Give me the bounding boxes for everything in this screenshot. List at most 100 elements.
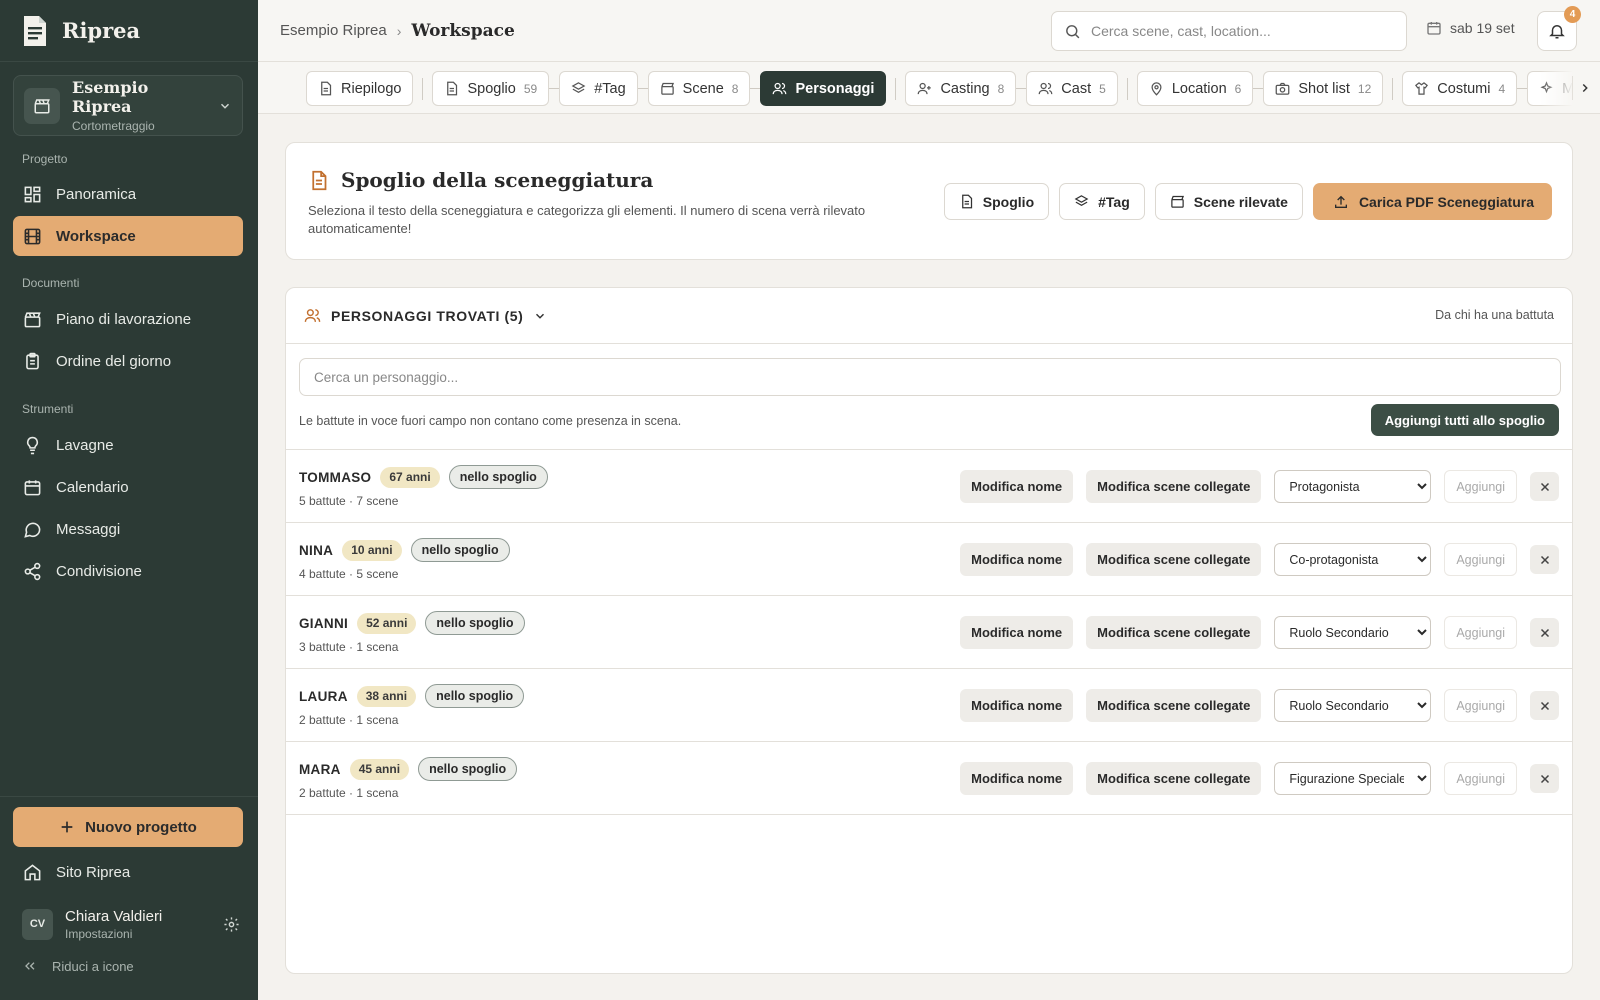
- sidebar-item-condivisione[interactable]: Condivisione: [13, 551, 243, 591]
- clapper-icon: [660, 81, 675, 96]
- characters-header[interactable]: PERSONAGGI TROVATI (5) Da chi ha una bat…: [286, 288, 1572, 344]
- role-select[interactable]: ProtagonistaCo-protagonistaRuolo Seconda…: [1274, 470, 1432, 503]
- new-project-button[interactable]: Nuovo progetto: [13, 807, 243, 847]
- tab-label: Cast: [1061, 80, 1092, 97]
- global-search[interactable]: [1051, 11, 1407, 51]
- role-select[interactable]: ProtagonistaCo-protagonistaRuolo Seconda…: [1274, 762, 1432, 795]
- edit-scenes-button[interactable]: Modifica scene collegate: [1086, 616, 1262, 649]
- tab-personaggi[interactable]: Personaggi: [760, 71, 887, 106]
- tab-spoglio[interactable]: Spoglio 59: [432, 71, 550, 106]
- age-badge: 67 anni: [380, 466, 440, 488]
- characters-card: PERSONAGGI TROVATI (5) Da chi ha una bat…: [285, 287, 1573, 974]
- tab-connector: [1253, 88, 1264, 89]
- edit-scenes-button[interactable]: Modifica scene collegate: [1086, 543, 1262, 576]
- remove-button[interactable]: [1530, 691, 1559, 720]
- tab-cast[interactable]: Cast 5: [1026, 71, 1118, 106]
- tab-label: Casting: [940, 80, 990, 97]
- add-button[interactable]: Aggiungi: [1444, 762, 1517, 795]
- project-switcher[interactable]: Esempio Riprea Cortometraggio: [13, 75, 243, 136]
- character-meta: 4 battute · 5 scene: [299, 567, 399, 581]
- sidebar-item-ordine-del-giorno[interactable]: Ordine del giorno: [13, 341, 243, 381]
- tab-tag[interactable]: #Tag: [559, 71, 638, 106]
- status-badge: nello spoglio: [425, 611, 525, 635]
- tab-casting[interactable]: Casting 8: [905, 71, 1017, 106]
- remove-button[interactable]: [1530, 545, 1559, 574]
- tab-shot-list[interactable]: Shot list 12: [1263, 71, 1384, 106]
- close-icon: [1539, 627, 1551, 639]
- sidebar-item-workspace[interactable]: Workspace: [13, 216, 243, 256]
- edit-name-button[interactable]: Modifica nome: [960, 762, 1074, 795]
- lightbulb-icon: [23, 436, 42, 455]
- remove-button[interactable]: [1530, 472, 1559, 501]
- tab-scene[interactable]: Scene 8: [647, 71, 751, 106]
- sidebar-item-messaggi[interactable]: Messaggi: [13, 509, 243, 549]
- edit-name-button[interactable]: Modifica nome: [960, 543, 1074, 576]
- add-button[interactable]: Aggiungi: [1444, 689, 1517, 722]
- character-row: GIANNI 52 anni nello spoglio 3 battute ·…: [286, 596, 1572, 669]
- sidebar: Riprea Esempio Riprea Cortometraggio Pro…: [0, 0, 258, 1000]
- tab-riepilogo[interactable]: Riepilogo: [306, 71, 414, 106]
- home-icon: [23, 863, 42, 882]
- edit-scenes-button[interactable]: Modifica scene collegate: [1086, 689, 1262, 722]
- tabs-scroll-right-button[interactable]: [1572, 76, 1596, 100]
- tab-connector: [750, 88, 761, 89]
- calendar-icon: [23, 478, 42, 497]
- add-button[interactable]: Aggiungi: [1444, 470, 1517, 503]
- search-input[interactable]: [1091, 23, 1381, 39]
- user-profile[interactable]: CV Chiara Valdieri Impostazioni: [22, 906, 240, 942]
- character-row: MARA 45 anni nello spoglio 2 battute · 1…: [286, 742, 1572, 815]
- add-button[interactable]: Aggiungi: [1444, 543, 1517, 576]
- sidebar-item-label: Condivisione: [56, 562, 142, 580]
- remove-button[interactable]: [1530, 618, 1559, 647]
- notifications-button[interactable]: 4: [1537, 6, 1581, 51]
- tab-location[interactable]: Location 6: [1136, 71, 1254, 106]
- edit-name-button[interactable]: Modifica nome: [960, 616, 1074, 649]
- tab-costumi[interactable]: Costumi 4: [1402, 71, 1518, 106]
- tab-connector: [637, 88, 648, 89]
- user-settings-link[interactable]: Impostazioni: [65, 927, 211, 941]
- tab-separator: [895, 77, 897, 100]
- doc-icon: [308, 169, 329, 192]
- role-select[interactable]: ProtagonistaCo-protagonistaRuolo Seconda…: [1274, 543, 1432, 576]
- collapse-sidebar-button[interactable]: Riduci a icone: [22, 958, 134, 974]
- character-name: GIANNI: [299, 615, 349, 631]
- breadcrumb-parent[interactable]: Esempio Riprea: [280, 22, 387, 39]
- sidebar-item-piano-di-lavorazione[interactable]: Piano di lavorazione: [13, 299, 243, 339]
- sidebar-item-label: Calendario: [56, 478, 129, 496]
- edit-name-button[interactable]: Modifica nome: [960, 689, 1074, 722]
- spoglio-button[interactable]: Spoglio: [943, 183, 1050, 220]
- close-icon: [1539, 554, 1551, 566]
- role-select[interactable]: ProtagonistaCo-protagonistaRuolo Seconda…: [1274, 616, 1432, 649]
- add-all-button[interactable]: Aggiungi tutti allo spoglio: [1370, 404, 1559, 436]
- sidebar-item-panoramica[interactable]: Panoramica: [13, 174, 243, 214]
- chevron-down-icon: [218, 99, 232, 113]
- gear-icon[interactable]: [223, 916, 240, 933]
- detected-scenes-button[interactable]: Scene rilevate: [1154, 183, 1303, 220]
- workspace-tabs: Riepilogo Spoglio 59 #Tag Scene 8 Person…: [258, 62, 1600, 114]
- add-button[interactable]: Aggiungi: [1444, 616, 1517, 649]
- tag-button[interactable]: #Tag: [1059, 183, 1145, 220]
- calendar-icon: [1426, 20, 1442, 36]
- clapper-icon: [24, 87, 60, 124]
- sidebar-item-sito-riprea[interactable]: Sito Riprea: [13, 852, 243, 892]
- close-icon: [1539, 481, 1551, 493]
- character-meta: 5 battute · 7 scene: [299, 494, 399, 508]
- clapper-icon: [1170, 194, 1185, 209]
- users-icon: [304, 307, 321, 324]
- sidebar-item-lavagne[interactable]: Lavagne: [13, 425, 243, 465]
- edit-scenes-button[interactable]: Modifica scene collegate: [1086, 470, 1262, 503]
- sidebar-item-calendario[interactable]: Calendario: [13, 467, 243, 507]
- edit-scenes-button[interactable]: Modifica scene collegate: [1086, 762, 1262, 795]
- chevron-down-icon: [533, 309, 547, 323]
- edit-name-button[interactable]: Modifica nome: [960, 470, 1074, 503]
- date-text: sab 19 set: [1450, 20, 1515, 36]
- remove-button[interactable]: [1530, 764, 1559, 793]
- character-search-input[interactable]: [299, 358, 1561, 396]
- role-select[interactable]: ProtagonistaCo-protagonistaRuolo Seconda…: [1274, 689, 1432, 722]
- section-label-documenti: Documenti: [22, 276, 80, 290]
- upload-pdf-button[interactable]: Carica PDF Sceneggiatura: [1312, 183, 1552, 220]
- brand[interactable]: Riprea: [0, 0, 258, 62]
- project-name: Esempio Riprea: [72, 78, 149, 116]
- card-title: Spoglio della sceneggiatura: [341, 168, 654, 192]
- plus-icon: [59, 819, 75, 835]
